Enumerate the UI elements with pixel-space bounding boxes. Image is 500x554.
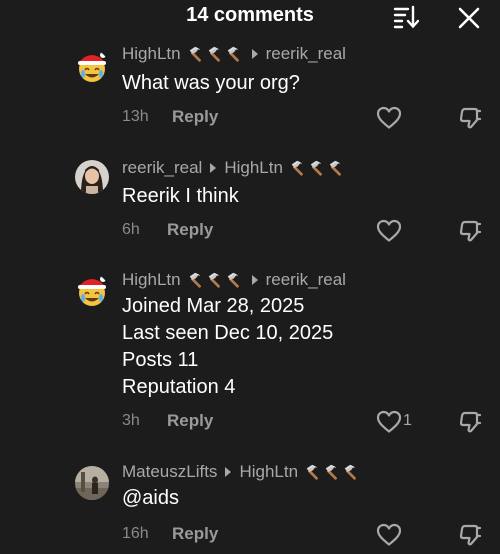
comment-line: Joined Mar 28, 2025 (122, 295, 305, 317)
reply-arrow-icon (251, 49, 258, 59)
dislike-icon[interactable] (456, 105, 482, 131)
reply-to-name[interactable]: reerik_real (266, 44, 346, 64)
comment-text: What was your org? (122, 70, 300, 97)
comment-time: 3h (122, 412, 140, 429)
comment-text: @aids (122, 485, 179, 512)
reply-button[interactable]: Reply (167, 411, 213, 431)
santa-emoji-avatar[interactable] (75, 50, 109, 84)
reply-to-name[interactable]: reerik_real (266, 270, 346, 290)
dislike-icon[interactable] (456, 522, 482, 548)
reply-arrow-icon (251, 275, 258, 285)
heart-icon[interactable] (376, 410, 402, 434)
heart-icon[interactable] (376, 523, 402, 547)
like-count: 1 (403, 412, 412, 429)
close-icon[interactable] (456, 5, 482, 31)
comments-count-title: 14 comments (186, 4, 314, 26)
user-photo-avatar[interactable] (75, 466, 109, 500)
reply-button[interactable]: Reply (172, 524, 218, 544)
comment-line: @aids (122, 487, 179, 509)
dislike-icon[interactable] (456, 218, 482, 244)
author-name[interactable]: HighLtn (122, 270, 181, 290)
hammer-icon (289, 159, 346, 177)
comment-time: 6h (122, 221, 140, 238)
comment-text: Joined Mar 28, 2025 Last seen Dec 10, 20… (122, 293, 333, 401)
comment-line: Reputation 4 (122, 376, 236, 398)
reply-arrow-icon (225, 467, 232, 477)
comment-text: Reerik I think (122, 183, 239, 210)
hammer-icon (187, 45, 244, 63)
reply-arrow-icon (210, 163, 217, 173)
reply-to-name[interactable]: HighLtn (224, 158, 283, 178)
santa-emoji-avatar[interactable] (75, 274, 109, 308)
comments-header: 14 comments (0, 0, 500, 34)
comment-meta: HighLtn reerik_real (122, 269, 346, 291)
author-name[interactable]: reerik_real (122, 158, 202, 178)
comment-time: 13h (122, 108, 149, 125)
reply-button[interactable]: Reply (167, 220, 213, 240)
comment-line: What was your org? (122, 72, 300, 94)
sort-icon[interactable] (393, 5, 419, 29)
comment-line: Posts 11 (122, 349, 199, 371)
comment-time: 16h (122, 525, 149, 542)
comment-meta: HighLtn reerik_real (122, 43, 346, 65)
hammer-icon (187, 271, 244, 289)
heart-icon[interactable] (376, 106, 402, 130)
reply-to-name[interactable]: HighLtn (239, 462, 298, 482)
comment-meta: MateuszLifts HighLtn (122, 461, 361, 483)
hammer-icon (304, 463, 361, 481)
comment-meta: reerik_real HighLtn (122, 157, 346, 179)
user-photo-avatar[interactable] (75, 160, 109, 194)
heart-icon[interactable] (376, 219, 402, 243)
comment-line: Last seen Dec 10, 2025 (122, 322, 334, 344)
author-name[interactable]: MateuszLifts (122, 462, 217, 482)
reply-button[interactable]: Reply (172, 107, 218, 127)
author-name[interactable]: HighLtn (122, 44, 181, 64)
comment-line: Reerik I think (122, 185, 239, 207)
dislike-icon[interactable] (456, 409, 482, 435)
